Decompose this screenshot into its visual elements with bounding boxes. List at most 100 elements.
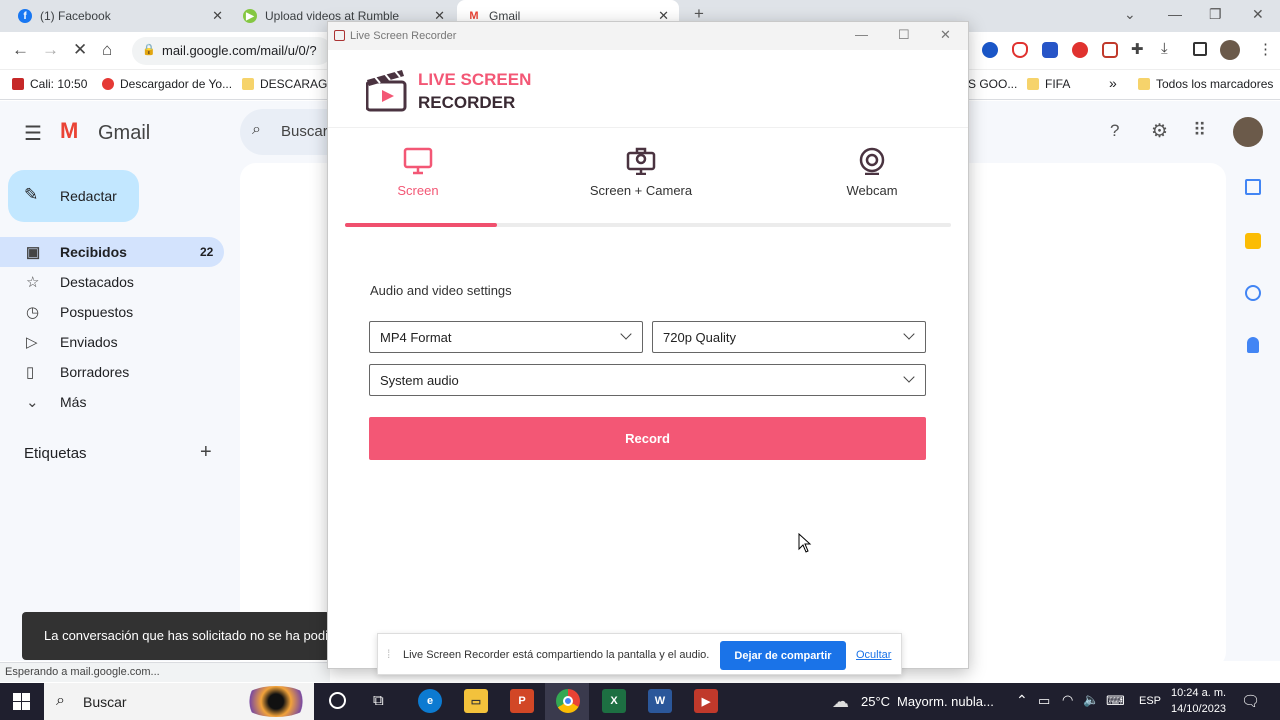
back-icon[interactable]: ←: [12, 40, 29, 60]
chevron-down-icon[interactable]: ⌄: [1124, 6, 1136, 23]
clock-date[interactable]: 14/10/2023: [1171, 703, 1226, 715]
close-window-icon[interactable]: ✕: [1252, 6, 1264, 23]
home-icon[interactable]: ⌂: [102, 40, 112, 60]
extension-zip-icon[interactable]: [1042, 42, 1058, 58]
weather-temp[interactable]: 25°C: [861, 694, 890, 709]
calendar-icon[interactable]: [1245, 179, 1261, 195]
bookmark-folder-descaraga[interactable]: DESCARAGA: [242, 77, 335, 91]
recorder-logo: LIVE SCREEN RECORDER: [365, 66, 531, 115]
side-panel-icon[interactable]: [1193, 42, 1207, 56]
input-language[interactable]: ESP: [1139, 695, 1161, 707]
chevron-down-icon: [903, 371, 915, 383]
extension-recorder-icon[interactable]: [1102, 42, 1118, 58]
tab-facebook[interactable]: f (1) Facebook ✕: [8, 0, 233, 32]
wifi-icon[interactable]: ◠: [1062, 692, 1073, 708]
pencil-icon: ✎: [24, 185, 39, 204]
extension-globe-icon[interactable]: [982, 42, 998, 58]
chevron-down-icon: [620, 328, 632, 340]
volume-icon[interactable]: 🔈: [1083, 692, 1099, 708]
weather-text[interactable]: Mayorm. nubla...: [897, 694, 994, 709]
clock-icon: ◷: [26, 304, 40, 321]
bookmark-folder-fifa[interactable]: FIFA: [1027, 77, 1070, 91]
audio-select[interactable]: System audio: [369, 364, 926, 396]
word-icon[interactable]: W: [648, 689, 672, 713]
drag-handle-icon[interactable]: ⁞: [387, 647, 390, 661]
powerpoint-icon[interactable]: P: [510, 689, 534, 713]
tasks-icon[interactable]: [1245, 285, 1261, 301]
extension-shield-icon[interactable]: [1012, 42, 1028, 58]
recorder-window-title: Live Screen Recorder: [350, 30, 457, 42]
hamburger-menu-icon[interactable]: ☰: [24, 121, 42, 146]
nav-inbox[interactable]: ▣ Recibidos 22: [0, 237, 224, 267]
nav-more[interactable]: ⌄ Más: [0, 387, 224, 417]
search-highlight-image: [242, 686, 310, 717]
bookmark-descargador[interactable]: Descargador de Yo...: [102, 77, 232, 91]
windows-start-icon[interactable]: [13, 693, 30, 710]
logo-line-1: LIVE SCREEN: [418, 70, 532, 89]
bookmark-cali[interactable]: Cali: 10:50: [12, 77, 87, 91]
battery-icon[interactable]: ▭: [1038, 693, 1050, 709]
compose-button[interactable]: ✎ Redactar: [8, 170, 139, 222]
hide-share-bar-link[interactable]: Ocultar: [856, 649, 891, 661]
recorder-window: Live Screen Recorder — ☐ ✕ LIVE SCREEN R…: [327, 21, 969, 669]
address-bar[interactable]: 🔒 mail.google.com/mail/u/0/?: [132, 37, 332, 65]
chevron-down-icon: [903, 328, 915, 340]
minimize-icon[interactable]: —: [855, 27, 868, 42]
chrome-icon[interactable]: [556, 689, 580, 713]
extension-opera-icon[interactable]: [1072, 42, 1088, 58]
gmail-brand: Gmail: [98, 122, 151, 144]
chevron-up-icon[interactable]: ⌃: [1016, 692, 1028, 709]
notifications-icon[interactable]: 🗨: [1241, 692, 1260, 710]
excel-icon[interactable]: X: [602, 689, 626, 713]
extensions-puzzle-icon[interactable]: ✚: [1131, 40, 1144, 58]
gmail-search-input[interactable]: ⌕ Buscar: [240, 109, 330, 155]
maximize-icon[interactable]: ☐: [898, 27, 910, 43]
menu-kebab-icon[interactable]: ⋮: [1258, 40, 1273, 58]
restore-icon[interactable]: ❐: [1209, 6, 1222, 23]
edge-icon[interactable]: e: [418, 689, 442, 713]
labels-heading: Etiquetas: [24, 445, 87, 462]
taskbar-search-input[interactable]: ⌕ Buscar: [44, 683, 314, 720]
mode-screen-camera[interactable]: Screen + Camera: [568, 147, 714, 198]
inbox-icon: ▣: [26, 244, 41, 261]
bookmarks-overflow-button[interactable]: »: [1109, 75, 1117, 91]
nav-snoozed[interactable]: ◷ Pospuestos: [0, 297, 224, 327]
keep-icon[interactable]: [1245, 233, 1261, 249]
contacts-icon[interactable]: [1247, 337, 1259, 353]
profile-avatar[interactable]: [1220, 40, 1240, 60]
monitor-camera-icon: [626, 147, 656, 175]
quality-select[interactable]: 720p Quality: [652, 321, 926, 353]
download-icon: [102, 78, 114, 90]
add-label-button[interactable]: +: [200, 441, 212, 464]
facebook-icon: f: [18, 9, 32, 23]
apps-grid-icon[interactable]: ⠿: [1193, 120, 1206, 141]
forward-icon[interactable]: →: [42, 40, 59, 60]
clock-time[interactable]: 10:24 a. m.: [1171, 687, 1226, 699]
task-view-icon[interactable]: ⧉: [373, 692, 384, 709]
format-select[interactable]: MP4 Format: [369, 321, 643, 353]
account-avatar[interactable]: [1233, 117, 1263, 147]
nav-sent[interactable]: ▷ Enviados: [0, 327, 224, 357]
close-icon[interactable]: ✕: [940, 27, 951, 43]
logo-line-2: RECORDER: [418, 93, 516, 112]
record-button[interactable]: Record: [369, 417, 926, 460]
mode-screen[interactable]: Screen: [368, 147, 468, 198]
nav-starred[interactable]: ☆ Destacados: [0, 267, 224, 297]
mode-webcam[interactable]: Webcam: [822, 147, 922, 198]
send-icon: ▷: [26, 334, 38, 351]
stop-loading-icon[interactable]: ✕: [73, 40, 87, 60]
screen-recorder-taskbar-icon[interactable]: ▶: [694, 689, 718, 713]
minimize-icon[interactable]: —: [1168, 6, 1182, 22]
bookmark-folder-goo[interactable]: S GOO...: [968, 77, 1017, 91]
settings-gear-icon[interactable]: ⚙: [1151, 120, 1168, 143]
file-explorer-icon[interactable]: ▭: [464, 689, 488, 713]
download-icon[interactable]: ⤓: [1161, 40, 1168, 57]
nav-drafts[interactable]: ▯ Borradores: [0, 357, 224, 387]
cortana-icon[interactable]: [329, 692, 346, 709]
stop-sharing-button[interactable]: Dejar de compartir: [720, 641, 846, 670]
keyboard-icon[interactable]: ⌨: [1106, 693, 1125, 709]
screen-share-bar: ⁞ Live Screen Recorder está compartiendo…: [377, 633, 902, 675]
close-icon[interactable]: ✕: [212, 8, 223, 24]
bookmark-all-folder[interactable]: Todos los marcadores: [1138, 77, 1273, 91]
help-icon[interactable]: ?: [1110, 121, 1119, 141]
